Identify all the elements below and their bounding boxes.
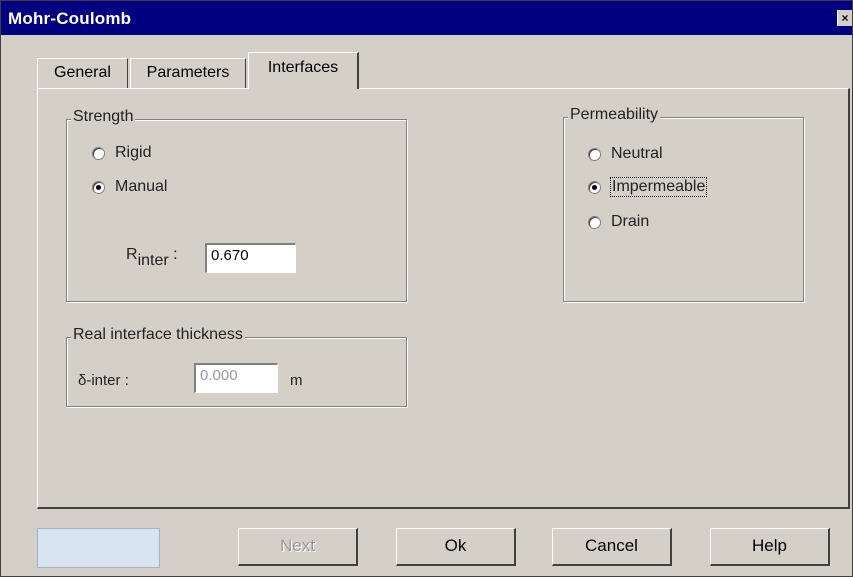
mohr-coulomb-dialog: Mohr-Coulomb × General Parameters Interf… bbox=[0, 0, 853, 577]
delta-inter-label: δ-inter : bbox=[78, 372, 129, 389]
rinter-label: Rinter : bbox=[126, 246, 178, 269]
radio-neutral-button[interactable] bbox=[588, 147, 601, 161]
radio-rigid-label: Rigid bbox=[115, 144, 152, 161]
radio-impermeable-button[interactable] bbox=[588, 180, 601, 194]
strength-group-title: Strength bbox=[71, 108, 136, 126]
close-button[interactable]: × bbox=[837, 10, 852, 26]
tab-interfaces-label: Interfaces bbox=[267, 59, 339, 76]
tab-general-label: General bbox=[54, 64, 111, 81]
tab-parameters-label: Parameters bbox=[146, 64, 230, 81]
thickness-group-title: Real interface thickness bbox=[71, 326, 245, 344]
radio-drain-label: Drain bbox=[611, 213, 650, 230]
rinter-label-main: R bbox=[126, 246, 138, 263]
radio-rigid-button[interactable] bbox=[92, 146, 105, 160]
radio-manual-label: Manual bbox=[115, 178, 168, 195]
delta-inter-input: 0.000 bbox=[194, 363, 278, 393]
radio-impermeable-label: Impermeable bbox=[609, 177, 708, 197]
tab-general[interactable]: General bbox=[37, 58, 128, 89]
tab-interfaces[interactable]: Interfaces bbox=[248, 52, 359, 89]
help-button[interactable]: Help bbox=[710, 528, 830, 566]
radio-rigid[interactable]: Rigid bbox=[92, 144, 151, 162]
radio-neutral-label: Neutral bbox=[611, 145, 663, 162]
radio-neutral[interactable]: Neutral bbox=[588, 145, 663, 163]
tab-parameters[interactable]: Parameters bbox=[130, 58, 246, 89]
radio-manual-button[interactable] bbox=[92, 180, 105, 194]
rinter-input[interactable]: 0.670 bbox=[205, 243, 296, 273]
ok-button[interactable]: Ok bbox=[396, 528, 516, 566]
cancel-button[interactable]: Cancel bbox=[552, 528, 672, 566]
blank-panel bbox=[37, 528, 160, 568]
permeability-group-title: Permeability bbox=[568, 106, 661, 124]
radio-drain-button[interactable] bbox=[588, 215, 601, 229]
window-title: Mohr-Coulomb bbox=[8, 9, 132, 28]
rinter-label-colon: : bbox=[173, 246, 178, 263]
radio-impermeable[interactable]: Impermeable bbox=[588, 177, 708, 197]
next-button[interactable]: Next bbox=[238, 528, 358, 566]
radio-manual[interactable]: Manual bbox=[92, 178, 167, 196]
title-bar: Mohr-Coulomb × bbox=[1, 1, 852, 35]
radio-drain[interactable]: Drain bbox=[588, 213, 649, 231]
thickness-unit: m bbox=[290, 372, 303, 389]
rinter-label-sub: inter bbox=[137, 252, 169, 269]
